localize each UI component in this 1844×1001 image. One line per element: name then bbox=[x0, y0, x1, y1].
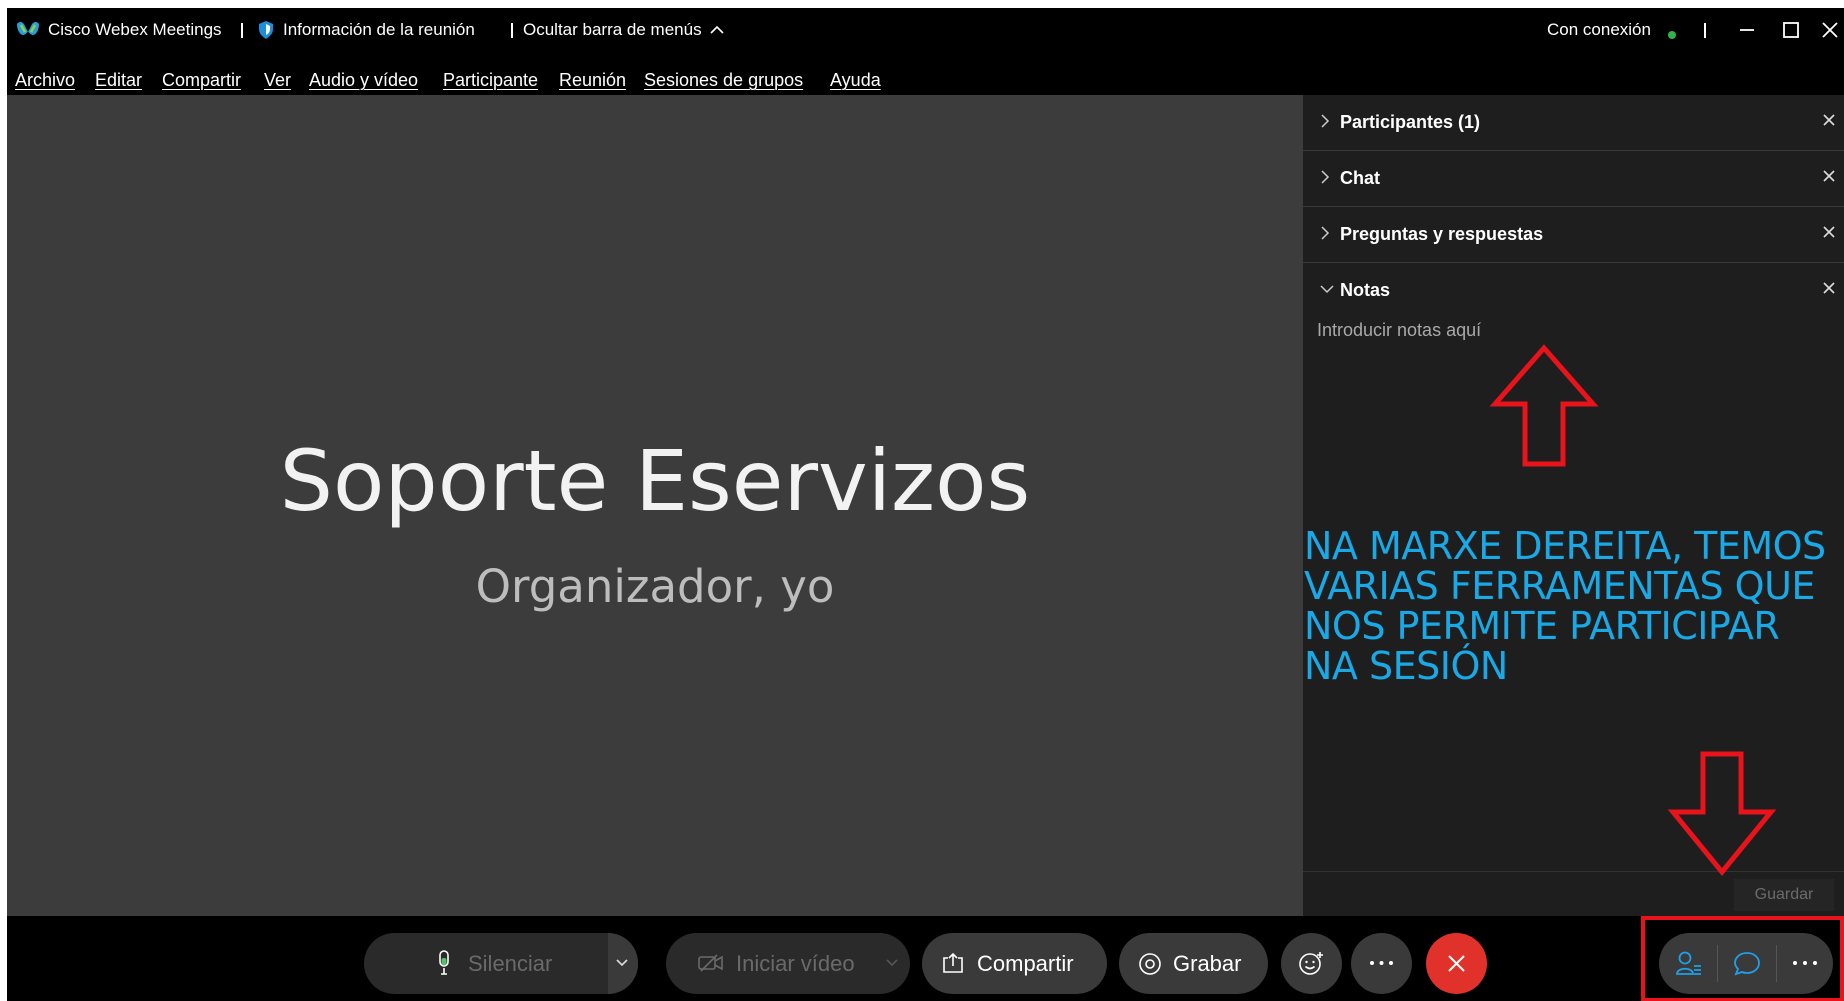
chevron-right-icon bbox=[1321, 170, 1330, 184]
annotation-highlight-box bbox=[1641, 916, 1844, 1001]
share-icon bbox=[943, 952, 963, 973]
panel-qa-header[interactable]: Preguntas y respuestas bbox=[1303, 207, 1844, 263]
minimize-icon[interactable] bbox=[1732, 16, 1762, 44]
panel-chat-label: Chat bbox=[1340, 168, 1380, 188]
menu-compartir[interactable]: Compartir bbox=[162, 70, 241, 91]
hide-menu-bar-button[interactable]: Ocultar barra de menús bbox=[523, 20, 724, 40]
annotation-text: NA MARXE DEREITA, TEMOS VARIAS FERRAMENT… bbox=[1304, 524, 1826, 688]
title-separator bbox=[511, 23, 513, 38]
video-off-icon bbox=[698, 954, 723, 972]
record-icon bbox=[1139, 953, 1161, 975]
close-icon[interactable] bbox=[1822, 225, 1836, 239]
more-icon bbox=[1370, 961, 1393, 965]
chevron-down-icon bbox=[1320, 285, 1334, 294]
host-role-label: Organizador, yo bbox=[475, 560, 835, 613]
mute-button[interactable]: Silenciar bbox=[364, 933, 638, 994]
menu-sesiones-grupos[interactable]: Sesiones de grupos bbox=[644, 70, 803, 91]
reactions-button[interactable] bbox=[1281, 933, 1342, 994]
panel-notes-header[interactable]: Notas bbox=[1303, 263, 1844, 318]
chevron-down-icon bbox=[616, 959, 628, 967]
annotation-arrow-up-icon bbox=[1489, 344, 1599, 467]
panel-qa-label: Preguntas y respuestas bbox=[1340, 224, 1544, 244]
close-icon[interactable] bbox=[1822, 169, 1836, 183]
share-label: Compartir bbox=[977, 951, 1074, 976]
start-video-button[interactable]: Iniciar vídeo bbox=[666, 933, 910, 994]
close-icon[interactable] bbox=[1822, 281, 1836, 295]
webex-logo-icon bbox=[17, 21, 39, 35]
share-button[interactable]: Compartir bbox=[922, 933, 1107, 994]
start-video-label: Iniciar vídeo bbox=[736, 951, 855, 976]
webex-window: Cisco Webex Meetings Información de la r… bbox=[7, 8, 1844, 1001]
title-separator bbox=[241, 23, 243, 38]
mute-label: Silenciar bbox=[468, 951, 553, 976]
menu-editar[interactable]: Editar bbox=[95, 70, 142, 91]
menu-reunion[interactable]: Reunión bbox=[559, 70, 626, 91]
menu-ayuda[interactable]: Ayuda bbox=[830, 70, 881, 91]
menu-bar: Archivo Editar Compartir Ver Audio y víd… bbox=[7, 52, 1844, 94]
connection-status: Con conexión bbox=[1547, 20, 1651, 39]
shield-icon bbox=[259, 21, 273, 39]
close-icon bbox=[1448, 955, 1465, 972]
maximize-icon[interactable] bbox=[1776, 16, 1806, 44]
app-title: Cisco Webex Meetings bbox=[48, 20, 222, 39]
panel-participants-label: Participantes (1) bbox=[1340, 112, 1481, 132]
microphone-icon bbox=[439, 950, 449, 975]
panel-participants-header[interactable]: Participantes (1) bbox=[1303, 95, 1844, 151]
title-bar: Cisco Webex Meetings Información de la r… bbox=[7, 8, 1844, 52]
chevron-right-icon bbox=[1321, 114, 1330, 128]
menu-audio-video[interactable]: Audio y vídeo bbox=[309, 70, 418, 91]
record-label: Grabar bbox=[1173, 951, 1242, 976]
title-separator bbox=[1704, 23, 1706, 38]
save-notes-button[interactable]: Guardar bbox=[1734, 879, 1834, 911]
record-button[interactable]: Grabar bbox=[1119, 933, 1268, 994]
chevron-right-icon bbox=[1321, 226, 1330, 240]
notes-textarea[interactable]: Introducir notas aquí bbox=[1317, 320, 1481, 341]
close-window-icon[interactable] bbox=[1815, 16, 1844, 44]
video-stage: Soporte Eservizos Organizador, yo bbox=[7, 95, 1303, 916]
hide-menu-label: Ocultar barra de menús bbox=[523, 20, 702, 39]
more-options-button[interactable] bbox=[1351, 933, 1412, 994]
close-icon[interactable] bbox=[1822, 113, 1836, 127]
emoji-icon bbox=[1299, 952, 1323, 975]
chevron-up-icon bbox=[710, 25, 724, 34]
menu-ver[interactable]: Ver bbox=[264, 70, 291, 91]
annotation-arrow-down-icon bbox=[1667, 751, 1777, 876]
end-meeting-button[interactable] bbox=[1426, 933, 1487, 994]
connection-status-dot bbox=[1668, 31, 1676, 39]
meeting-host-name: Soporte Eservizos bbox=[279, 432, 1031, 530]
menu-participante[interactable]: Participante bbox=[443, 70, 538, 91]
panel-chat-header[interactable]: Chat bbox=[1303, 151, 1844, 207]
meeting-controls: Silenciar Iniciar vídeo Compartir Grabar bbox=[7, 916, 1844, 1001]
meeting-info-button[interactable]: Información de la reunión bbox=[283, 20, 475, 40]
menu-archivo[interactable]: Archivo bbox=[15, 70, 75, 91]
chevron-down-icon bbox=[886, 959, 898, 967]
panel-notes-label: Notas bbox=[1340, 280, 1391, 300]
audio-options-dropdown[interactable] bbox=[608, 933, 638, 994]
